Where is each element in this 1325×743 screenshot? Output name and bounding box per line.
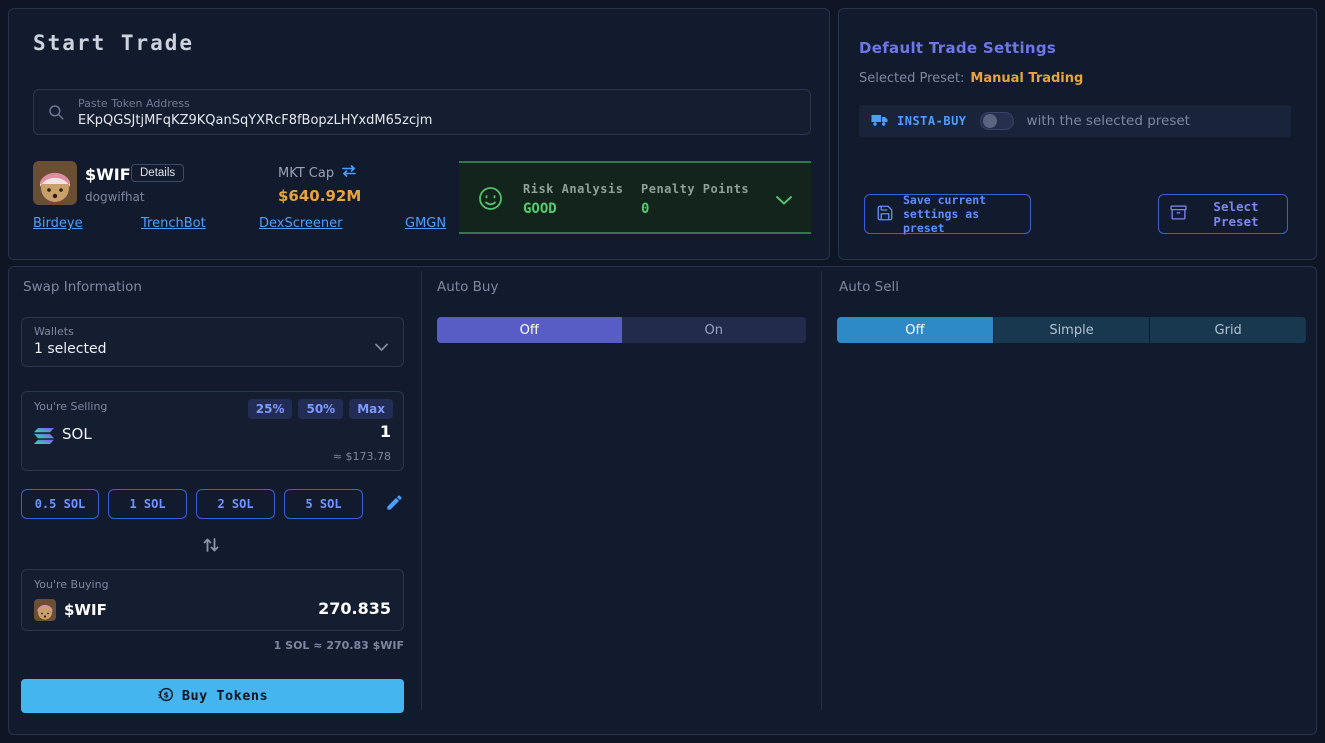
chevron-down-icon[interactable] — [775, 191, 793, 210]
svg-text:$: $ — [163, 690, 169, 699]
wallets-value: 1 selected — [34, 341, 106, 357]
penalty-points-label: Penalty Points — [641, 182, 749, 196]
risk-analysis-value: GOOD — [523, 201, 557, 217]
smiley-icon — [477, 185, 504, 216]
divider — [821, 271, 822, 710]
amount-button-2sol[interactable]: 2 SOL — [196, 489, 275, 519]
link-gmgn[interactable]: GMGN — [405, 216, 446, 231]
settings-title: Default Trade Settings — [859, 39, 1056, 57]
wallets-dropdown[interactable]: Wallets 1 selected — [21, 317, 404, 367]
link-dexscreener[interactable]: DexScreener — [259, 216, 343, 231]
insta-buy-suffix: with the selected preset — [1027, 113, 1190, 129]
buying-box: You're Buying $WIF 270.835 — [21, 569, 404, 631]
select-preset-button[interactable]: Select Preset — [1158, 194, 1288, 234]
sell-token-symbol: SOL — [62, 425, 92, 443]
token-name: dogwifhat — [85, 190, 145, 204]
coin-icon: $ — [157, 686, 174, 707]
chevron-down-icon — [374, 337, 389, 356]
token-address-input[interactable]: Paste Token Address EKpQGSJtjMFqKZ9KQanS… — [33, 89, 811, 135]
select-preset-label: Select Preset — [1196, 199, 1276, 229]
trade-settings-panel: Default Trade Settings Selected Preset: M… — [838, 8, 1317, 260]
sell-usd-estimate: ≈ $173.78 — [333, 450, 391, 463]
token-avatar-small — [34, 599, 56, 621]
selected-preset-value: Manual Trading — [970, 71, 1083, 86]
auto-sell-label: Auto Sell — [839, 279, 899, 295]
auto-buy-off-option[interactable]: Off — [437, 317, 622, 343]
start-trade-panel: Start Trade Paste Token Address EKpQGSJt… — [8, 8, 830, 260]
auto-sell-segmented: Off Simple Grid — [837, 317, 1306, 343]
toggle-knob — [983, 114, 997, 128]
preset-box-icon — [1170, 204, 1187, 224]
details-button[interactable]: Details — [131, 164, 184, 182]
selling-box: You're Selling 25% 50% Max SOL 1 ≈ $173.… — [21, 391, 404, 471]
auto-sell-simple-option[interactable]: Simple — [994, 317, 1151, 343]
swap-direction-button[interactable] — [201, 535, 221, 559]
risk-analysis-panel[interactable]: Risk Analysis GOOD Penalty Points 0 — [459, 161, 811, 234]
exchange-rate: 1 SOL ≈ 270.83 $WIF — [21, 639, 404, 652]
percent-chip-25[interactable]: 25% — [248, 399, 293, 419]
page-title: Start Trade — [33, 31, 194, 55]
buy-tokens-label: Buy Tokens — [182, 688, 268, 704]
buy-tokens-button[interactable]: $ Buy Tokens — [21, 679, 404, 713]
trade-body-panel: Swap Information Wallets 1 selected You'… — [8, 266, 1317, 735]
sell-amount-input[interactable]: 1 — [380, 422, 391, 441]
token-address-placeholder: Paste Token Address — [78, 97, 190, 110]
mkt-cap-value: $640.92M — [278, 187, 361, 205]
buy-token-symbol: $WIF — [64, 601, 107, 619]
edit-amount-icon[interactable] — [385, 493, 404, 516]
auto-sell-off-option[interactable]: Off — [837, 317, 994, 343]
buy-amount-value: 270.835 — [318, 599, 391, 618]
token-address-value: EKpQGSJtjMFqKZ9KQanSqYXRcF8fBopzLHYxdM65… — [78, 113, 432, 128]
penalty-points-value: 0 — [641, 201, 649, 217]
insta-buy-label: INSTA-BUY — [897, 114, 967, 128]
amount-button-1sol[interactable]: 1 SOL — [108, 489, 187, 519]
auto-buy-label: Auto Buy — [437, 279, 498, 295]
mkt-cap-label: MKT Cap — [278, 166, 334, 181]
save-preset-button[interactable]: Save current settings as preset — [864, 194, 1031, 234]
swap-horizontal-icon — [341, 165, 357, 181]
insta-buy-bar: INSTA-BUY with the selected preset — [859, 105, 1291, 137]
auto-buy-on-option[interactable]: On — [622, 317, 807, 343]
divider — [421, 271, 422, 710]
risk-analysis-label: Risk Analysis — [523, 182, 623, 196]
truck-icon — [871, 112, 888, 131]
token-avatar — [33, 161, 77, 205]
selling-label: You're Selling — [34, 400, 107, 413]
percent-chip-50[interactable]: 50% — [298, 399, 343, 419]
token-symbol: $WIF — [85, 165, 131, 184]
auto-buy-segmented: Off On — [437, 317, 806, 343]
floppy-disk-icon — [876, 204, 894, 225]
save-preset-label: Save current settings as preset — [903, 193, 1019, 235]
link-birdeye[interactable]: Birdeye — [33, 216, 83, 231]
percent-chip-max[interactable]: Max — [349, 399, 393, 419]
wallets-label: Wallets — [34, 325, 74, 338]
search-icon — [47, 103, 65, 125]
solana-icon — [34, 428, 54, 448]
buying-label: You're Buying — [34, 578, 109, 591]
amount-button-5sol[interactable]: 5 SOL — [284, 489, 363, 519]
selected-preset-label: Selected Preset: — [859, 71, 964, 86]
insta-buy-toggle[interactable] — [980, 112, 1014, 130]
amount-button-05sol[interactable]: 0.5 SOL — [21, 489, 99, 519]
link-trenchbot[interactable]: TrenchBot — [141, 216, 206, 231]
auto-sell-grid-option[interactable]: Grid — [1150, 317, 1306, 343]
swap-information-label: Swap Information — [23, 279, 142, 295]
